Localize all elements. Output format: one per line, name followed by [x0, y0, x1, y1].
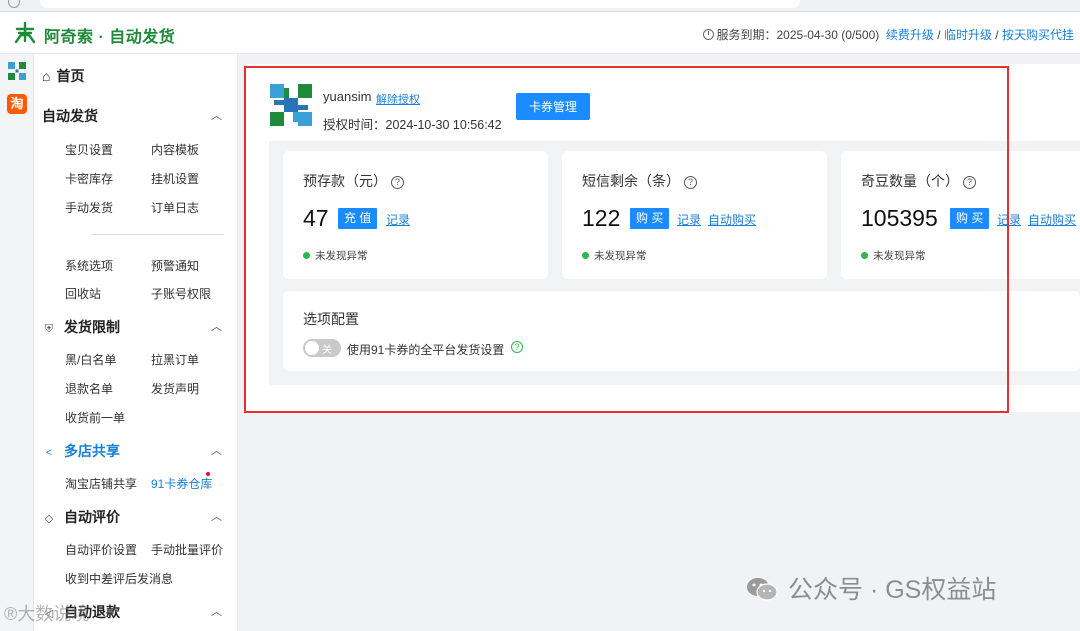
sidebar-item-recycle-bin[interactable]: 回收站 [65, 285, 101, 302]
sidebar-divider [92, 234, 224, 235]
sidebar-item-system-options[interactable]: 系统选项 [65, 257, 113, 274]
top-header: 阿奇索 · 自动发货 服务到期：2025-04-30 (0/500) 续费升级 … [0, 12, 1080, 54]
sidebar-group-multi-shop[interactable]: < 多店共享 ︿ [42, 441, 228, 461]
renew-link[interactable]: 续费升级 [886, 28, 934, 42]
group-label: 发货限制 [64, 319, 120, 335]
temp-upgrade-link[interactable]: 临时升级 [944, 28, 992, 42]
wechat-icon [747, 578, 778, 601]
sidebar-item-card-stock[interactable]: 卡密库存 [65, 170, 113, 187]
chevron-up-icon: ︿ [211, 511, 222, 523]
group-label: 自动评价 [64, 509, 120, 525]
chevron-up-icon: ︿ [211, 445, 222, 457]
sidebar-group-ship-limit[interactable]: ⛨ 发货限制 ︿ [42, 317, 228, 337]
watermark-text: 公众号 · GS权益站 [788, 576, 997, 604]
sidebar-item-home[interactable]: ⌂ 首页 [42, 66, 84, 86]
clock-icon [703, 29, 715, 40]
chevron-up-icon: ︿ [211, 606, 222, 618]
sidebar-item-item-settings[interactable]: 宝贝设置 [65, 141, 113, 158]
sidebar-group-auto-review[interactable]: ◇ 自动评价 ︿ [42, 507, 228, 527]
daily-buy-link[interactable]: 按天购买代挂 [1002, 28, 1074, 42]
group-label: 自动发货 [42, 108, 98, 124]
chevron-up-icon: ︿ [211, 321, 222, 333]
service-label: 服务到期： [716, 28, 777, 42]
service-info: 服务到期：2025-04-30 (0/500) 续费升级 / 临时升级 / 按天… [703, 26, 1074, 43]
sidebar: ⌂ 首页 自动发货 ︿ 宝贝设置 内容模板 卡密库存 挂机设置 手动发货 订单日志 … [34, 54, 238, 631]
home-icon: ⌂ [42, 68, 51, 84]
aqiso-logo-icon [14, 21, 36, 44]
highlight-box [244, 66, 1009, 413]
browser-toolbar [0, 0, 1080, 12]
shield-icon: ⛨ [44, 323, 54, 335]
sidebar-item-91-card-warehouse[interactable]: 91卡券仓库 [151, 475, 212, 492]
address-bar[interactable] [40, 0, 800, 8]
home-label: 首页 [56, 68, 85, 84]
watermark-wechat: 公众号 · GS权益站 [746, 570, 996, 606]
chevron-up-icon: ︿ [211, 110, 222, 122]
separator: / [991, 28, 1002, 42]
sidebar-item-ship-statement[interactable]: 发货声明 [151, 380, 199, 397]
taobao-app-icon[interactable]: 淘 [7, 94, 27, 114]
app-rail: 淘 [0, 54, 34, 631]
sidebar-item-blocked-orders[interactable]: 拉黑订单 [151, 351, 199, 368]
sidebar-item-subaccount-perms[interactable]: 子账号权限 [151, 285, 211, 302]
qr-app-icon[interactable] [8, 62, 26, 80]
browser-info-icon[interactable] [8, 0, 20, 8]
sidebar-item-auto-review-settings[interactable]: 自动评价设置 [65, 541, 137, 558]
sidebar-item-content-template[interactable]: 内容模板 [151, 141, 199, 158]
brand-title: 阿奇索 · 自动发货 [44, 29, 176, 46]
sidebar-item-refund-list[interactable]: 退款名单 [65, 380, 113, 397]
sidebar-group-auto-ship[interactable]: 自动发货 ︿ [42, 106, 228, 126]
sidebar-item-alert-notice[interactable]: 预警通知 [151, 257, 199, 274]
sidebar-item-before-receipt[interactable]: 收货前一单 [65, 409, 125, 426]
sidebar-item-bad-review-message[interactable]: 收到中差评后发消息 [65, 570, 173, 587]
auto-buy-link[interactable]: 自动购买 [1028, 211, 1076, 228]
share-icon: < [45, 447, 53, 459]
sidebar-item-taobao-shop-share[interactable]: 淘宝店铺共享 [65, 475, 137, 492]
new-badge-dot [206, 472, 210, 476]
sidebar-item-manual-batch-review[interactable]: 手动批量评价 [151, 541, 223, 558]
watermark-left: ®大数说境 [4, 604, 90, 624]
service-date: 2025-04-30 (0/500) [776, 28, 880, 42]
group-label: 多店共享 [64, 443, 120, 459]
separator: / [933, 28, 944, 42]
sidebar-item-hangup-settings[interactable]: 挂机设置 [151, 170, 199, 187]
review-icon: ◇ [44, 513, 54, 525]
sidebar-item-black-white-list[interactable]: 黑/白名单 [65, 351, 116, 368]
sidebar-item-order-log[interactable]: 订单日志 [151, 199, 199, 216]
sidebar-item-manual-ship[interactable]: 手动发货 [65, 199, 113, 216]
